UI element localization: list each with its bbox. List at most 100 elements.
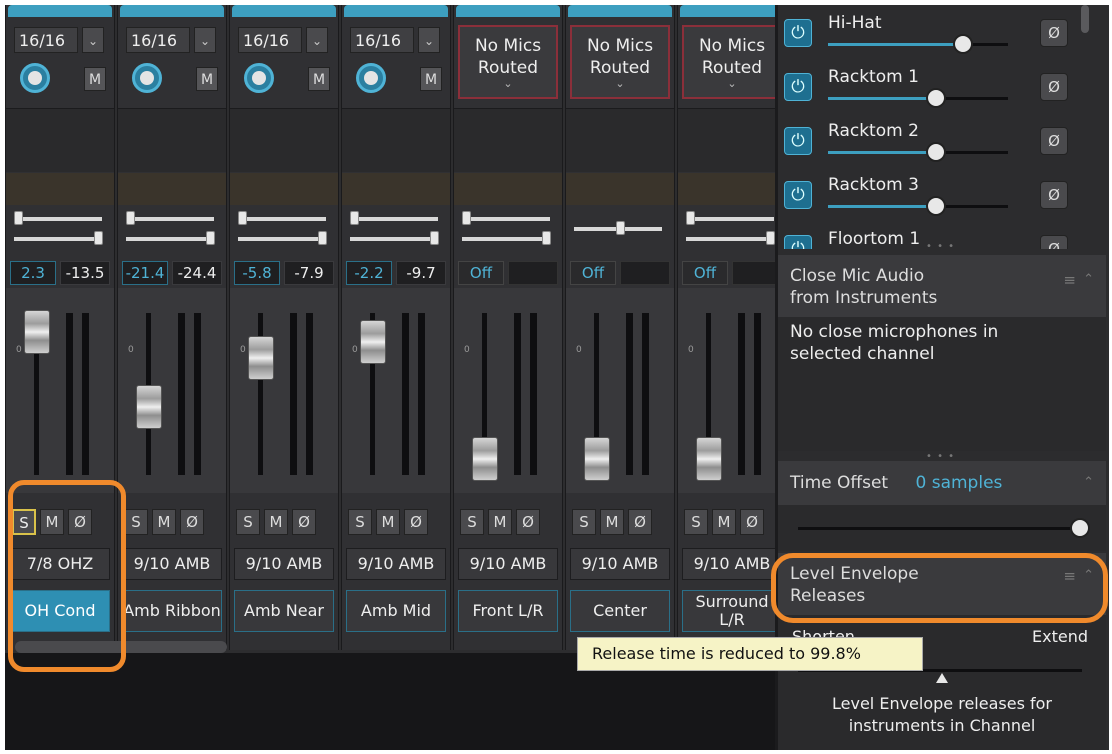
send-slider-1[interactable] [462,217,550,221]
channel-name[interactable]: Amb Ribbon [122,590,222,632]
channel-select[interactable]: 16/16 [126,27,190,53]
insert-slot[interactable] [678,108,786,172]
hamburger-menu-icon[interactable]: ≡ [1063,269,1076,291]
mute-button[interactable]: M [264,509,288,535]
power-icon[interactable]: ⏻ [784,73,812,101]
solo-button[interactable]: S [460,509,484,535]
mic-mute-button[interactable]: M [308,67,330,91]
power-icon[interactable]: ⏻ [784,127,812,155]
phase-invert-icon[interactable]: Ø [1040,127,1068,155]
output-assign[interactable]: 9/10 AMB [682,548,782,580]
chevron-down-icon[interactable]: ⌄ [82,27,104,53]
release-slider-thumb[interactable] [936,673,948,683]
volume-fader[interactable] [472,437,498,481]
phase-icon[interactable]: Ø [180,509,204,535]
volume-fader[interactable] [248,336,274,380]
solo-button[interactable]: S [236,509,260,535]
output-assign[interactable]: 9/10 AMB [346,548,446,580]
collapse-icon-2[interactable]: ⌃ [1083,461,1094,505]
insert-slot[interactable] [342,108,450,172]
no-mics-routed-button[interactable]: No Mics Routed ⌄ [682,25,782,99]
channel-name[interactable]: Amb Mid [346,590,446,632]
output-slot[interactable] [6,173,114,205]
chevron-down-icon[interactable]: ⌄ [194,27,216,53]
volume-fader[interactable] [696,437,722,481]
send-slider-1-thumb[interactable] [126,211,135,225]
send-slider-2-thumb[interactable] [430,231,439,245]
send-slider-2-thumb[interactable] [206,231,215,245]
mute-button[interactable]: M [712,509,736,535]
send-slider-2-thumb[interactable] [542,231,551,245]
mic-mute-button[interactable]: M [196,67,218,91]
send-slider-2[interactable] [238,237,326,241]
channel-select[interactable]: 16/16 [14,27,78,53]
mute-button[interactable]: M [152,509,176,535]
instrument-level-thumb[interactable] [926,142,946,162]
no-mics-routed-button[interactable]: No Mics Routed ⌄ [570,25,670,99]
send-slider-1-thumb[interactable] [14,211,23,225]
phase-icon[interactable]: Ø [628,509,652,535]
solo-button[interactable]: S [124,509,148,535]
insert-slot[interactable] [118,108,226,172]
insert-slot[interactable] [6,108,114,172]
volume-fader[interactable] [360,320,386,364]
output-assign[interactable]: 9/10 AMB [234,548,334,580]
phase-icon[interactable]: Ø [740,509,764,535]
output-slot[interactable] [230,173,338,205]
time-offset-slider[interactable] [798,527,1082,530]
instrument-level-thumb[interactable] [926,196,946,216]
instrument-level-thumb[interactable] [953,34,973,54]
channel-name[interactable]: Surround L/R [682,590,782,632]
send-slider-2[interactable] [126,237,214,241]
output-slot[interactable] [566,173,674,205]
mute-button[interactable]: M [376,509,400,535]
phase-icon[interactable]: Ø [292,509,316,535]
output-slot[interactable] [454,173,562,205]
send-slider-2[interactable] [14,237,102,241]
send-slider-2-thumb[interactable] [94,231,103,245]
insert-slot[interactable] [454,108,562,172]
collapse-icon[interactable]: ⌃ [1083,269,1094,291]
channel-name[interactable]: Amb Near [234,590,334,632]
volume-fader[interactable] [584,437,610,481]
channel-select[interactable]: 16/16 [350,27,414,53]
output-assign[interactable]: 9/10 AMB [570,548,670,580]
time-offset-value[interactable]: 0 samples [916,473,1003,493]
mute-button[interactable]: M [600,509,624,535]
phase-invert-icon[interactable]: Ø [1040,181,1068,209]
chevron-down-icon[interactable]: ⌄ [418,27,440,53]
pan-knob[interactable] [356,63,386,93]
mic-mute-button[interactable]: M [420,67,442,91]
volume-fader[interactable] [136,385,162,429]
phase-invert-icon[interactable]: Ø [1040,19,1068,47]
solo-button[interactable]: S [684,509,708,535]
insert-slot[interactable] [230,108,338,172]
time-offset-slider-thumb[interactable] [1070,518,1090,538]
solo-button[interactable]: S [572,509,596,535]
solo-button[interactable]: S [348,509,372,535]
send-slider-1-thumb[interactable] [686,211,695,225]
pan-knob[interactable] [20,63,50,93]
chevron-down-icon[interactable]: ⌄ [306,27,328,53]
send-slider-2[interactable] [462,237,550,241]
channel-select[interactable]: 16/16 [238,27,302,53]
send-slider-1-thumb[interactable] [238,211,247,225]
send-slider-2[interactable] [350,237,438,241]
time-offset-header[interactable]: Time Offset 0 samples ⌃ [778,461,1106,505]
power-icon[interactable]: ⏻ [784,235,812,249]
phase-invert-icon[interactable]: Ø [1040,73,1068,101]
send-slider-1[interactable] [350,217,438,221]
close-mic-section-header[interactable]: Close Mic Audio from Instruments ≡ ⌃ [778,255,1106,317]
output-slot[interactable] [342,173,450,205]
pan-knob[interactable] [132,63,162,93]
resize-grip-icon[interactable]: • • • [926,241,955,252]
channel-name[interactable]: Front L/R [458,590,558,632]
instrument-list-scrollbar[interactable] [1081,5,1089,33]
insert-slot[interactable] [566,108,674,172]
phase-icon[interactable]: Ø [404,509,428,535]
output-assign[interactable]: 9/10 AMB [122,548,222,580]
channel-name[interactable]: Center [570,590,670,632]
pan-knob[interactable] [244,63,274,93]
send-slider-2-thumb[interactable] [318,231,327,245]
power-icon[interactable]: ⏻ [784,19,812,47]
